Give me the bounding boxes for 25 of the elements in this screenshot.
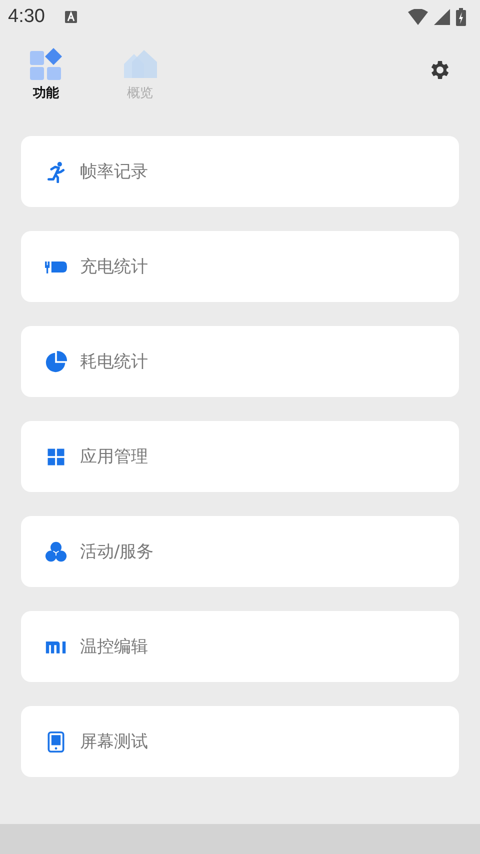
menu-card[interactable]: 屏幕测试 (21, 706, 459, 777)
wifi-icon (408, 9, 428, 25)
battery-icon (456, 8, 466, 26)
menu-label: 屏幕测试 (80, 731, 148, 753)
pie-chart-icon (45, 350, 67, 372)
circles-icon (45, 540, 67, 562)
status-time: 4:30 (8, 6, 45, 28)
menu-label: 充电统计 (80, 256, 148, 278)
menu-card[interactable]: 温控编辑 (21, 611, 459, 682)
menu-label: 应用管理 (80, 446, 148, 468)
menu-card[interactable]: 帧率记录 (21, 136, 459, 207)
menu-label: 耗电统计 (80, 351, 148, 373)
menu-label: 帧率记录 (80, 161, 148, 183)
runner-icon (45, 160, 67, 182)
house-icon (122, 48, 158, 80)
tab[interactable]: 功能 (22, 48, 70, 102)
menu-label: 活动/服务 (80, 541, 154, 563)
tiles-icon (28, 48, 64, 80)
menu-label: 温控编辑 (80, 636, 148, 658)
menu-card[interactable]: 活动/服务 (21, 516, 459, 587)
signal-icon (434, 9, 450, 25)
menu-card[interactable]: 充电统计 (21, 231, 459, 302)
menu-card[interactable]: 耗电统计 (21, 326, 459, 397)
menu-card[interactable]: 应用管理 (21, 421, 459, 492)
tablet-icon (45, 730, 67, 752)
